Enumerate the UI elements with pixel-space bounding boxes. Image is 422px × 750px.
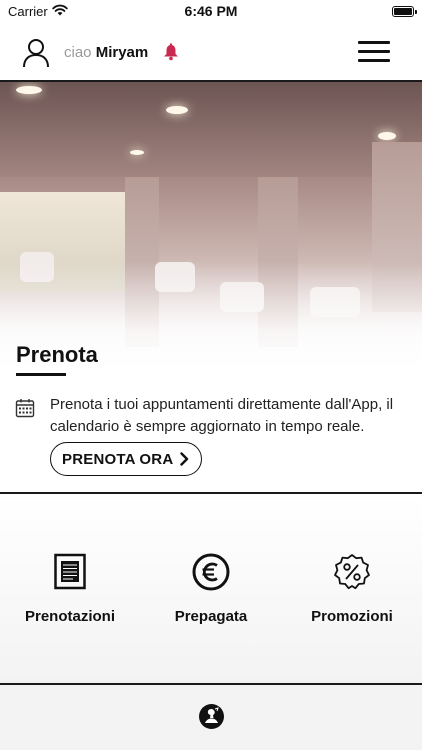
user-profile-icon[interactable]	[22, 38, 50, 68]
document-icon	[54, 553, 86, 590]
chevron-right-icon	[180, 452, 189, 466]
tile-label-prenotazioni: Prenotazioni	[24, 608, 115, 625]
salon-hero-image	[0, 82, 422, 380]
salon-logo-icon	[199, 704, 224, 729]
discount-badge-icon	[334, 554, 370, 590]
clock: 6:46 PM	[184, 3, 238, 19]
greeting: ciao Miryam	[64, 44, 148, 61]
app-header: ciao Miryam	[0, 24, 422, 80]
battery-icon	[392, 6, 417, 17]
tile-prenotazioni[interactable]: Prenotazioni	[0, 495, 140, 683]
notification-bell-icon[interactable]	[162, 43, 180, 61]
euro-icon	[192, 553, 230, 591]
title-underline	[16, 373, 66, 376]
greeting-prefix: ciao	[64, 44, 92, 61]
section-title: Prenota	[16, 342, 98, 367]
footer	[0, 685, 422, 750]
user-name: Miryam	[95, 44, 149, 61]
prenota-ora-button[interactable]: PRENOTA ORA	[50, 442, 203, 476]
prenota-ora-label: PRENOTA ORA	[62, 450, 174, 468]
booking-description: Prenota i tuoi appuntamenti direttamente…	[50, 396, 394, 435]
tile-promozioni[interactable]: Promozioni	[282, 495, 422, 683]
hamburger-menu-icon[interactable]	[358, 41, 390, 63]
tile-label-prepagata: Prepagata	[174, 608, 248, 625]
section-divider	[0, 492, 422, 494]
tile-prepagata[interactable]: Prepagata	[141, 495, 281, 683]
tile-label-promozioni: Promozioni	[311, 608, 393, 625]
status-bar: Carrier 6:46 PM	[0, 0, 422, 24]
calendar-icon	[15, 399, 35, 418]
feature-grid: Prenotazioni Prepagata Promozioni	[0, 495, 422, 683]
